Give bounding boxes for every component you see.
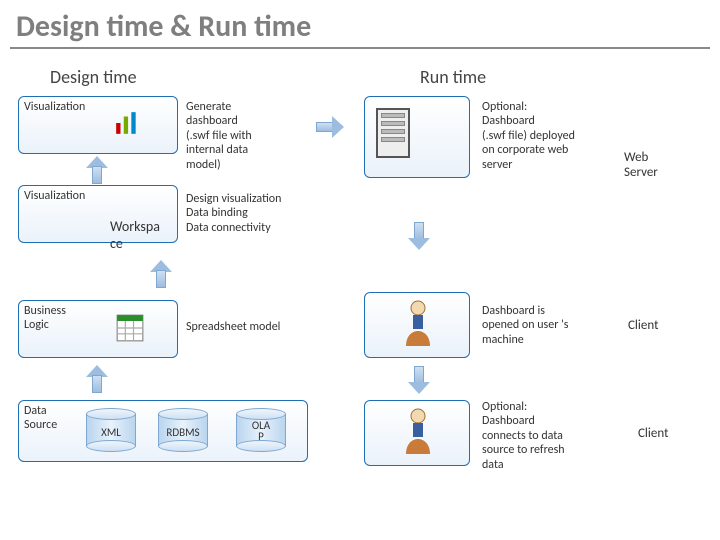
- visualization-label-1: Visualization: [24, 100, 85, 114]
- spreadsheet-desc: Spreadsheet model: [186, 320, 280, 334]
- arrow-right-icon: [316, 116, 346, 138]
- run-step-3-desc: Optional: Dashboard connects to data sou…: [482, 400, 622, 472]
- business-logic-label: Business Logic: [24, 304, 66, 332]
- data-source-label: Data Source: [24, 404, 57, 432]
- run-step-1-desc: Optional: Dashboard (.swf file) deployed…: [482, 100, 632, 172]
- workspace-label: Workspa ce: [110, 218, 160, 252]
- run-column-header: Run time: [420, 66, 486, 88]
- xml-cylinder: XML: [86, 408, 136, 452]
- design-column-header: Design time: [50, 66, 137, 88]
- arrow-up-icon: [86, 156, 108, 184]
- arrow-down-icon: [408, 366, 430, 394]
- run-step-2-desc: Dashboard is opened on user 's machine: [482, 304, 632, 347]
- page-title: Design time & Run time: [10, 0, 710, 49]
- server-icon: [376, 108, 410, 158]
- visualization-label-2: Visualization: [24, 189, 85, 203]
- arrow-up-icon: [86, 365, 108, 393]
- run-step-2-side: Client: [628, 318, 658, 333]
- workspace-desc: Design visualization Data binding Data c…: [186, 192, 316, 235]
- spreadsheet-icon: [116, 314, 144, 342]
- run-step-1-side: Web Server: [624, 150, 658, 180]
- run-step-3-side: Client: [638, 426, 668, 441]
- olap-cylinder: OLA P: [236, 408, 286, 452]
- person-icon: [398, 298, 438, 348]
- rdbms-cylinder: RDBMS: [158, 408, 208, 452]
- person-icon: [398, 406, 438, 456]
- arrow-up-icon: [150, 260, 172, 288]
- generate-desc: Generate dashboard (.swf file with inter…: [186, 100, 296, 172]
- bar-chart-icon: [114, 110, 140, 136]
- arrow-down-icon: [408, 222, 430, 250]
